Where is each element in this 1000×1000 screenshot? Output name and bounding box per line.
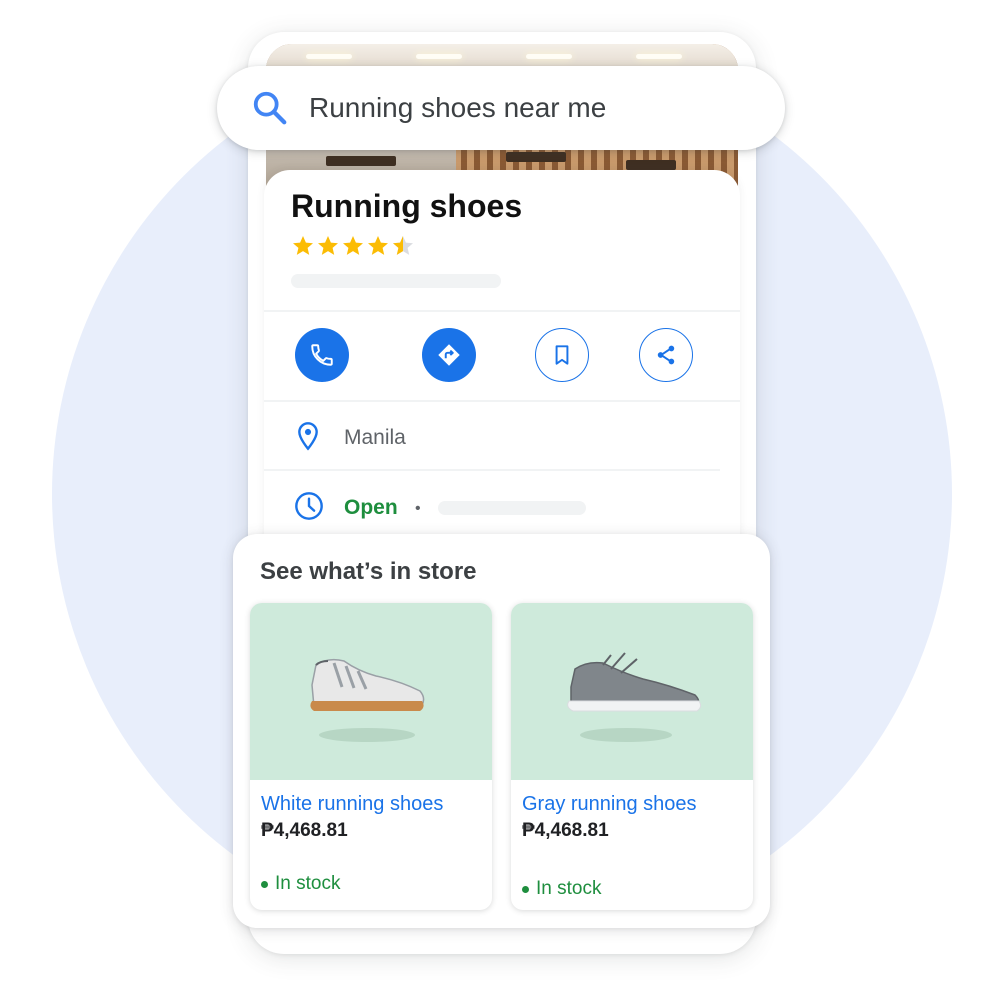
half-star-icon — [393, 236, 413, 255]
divider — [264, 469, 720, 471]
directions-button[interactable] — [422, 328, 476, 382]
product-name[interactable]: White running shoes — [261, 793, 443, 816]
stock-label: In stock — [275, 873, 341, 894]
product-card-white[interactable]: White running shoes ₱4,468.81 In stock — [250, 603, 492, 910]
hours-placeholder — [438, 501, 586, 515]
white-shoe-icon — [310, 658, 425, 742]
in-store-panel: See what’s in store White running shoes … — [233, 534, 770, 928]
call-button[interactable] — [295, 328, 349, 382]
stock-dot-icon — [522, 885, 529, 893]
status-separator: • — [415, 500, 421, 517]
bookmark-icon — [555, 345, 569, 365]
product-price: ₱4,468.81 — [522, 820, 609, 841]
share-button[interactable] — [639, 328, 693, 382]
divider — [264, 400, 740, 402]
search-icon — [253, 91, 287, 125]
star-icon — [318, 236, 338, 255]
location-pin-icon — [298, 422, 318, 451]
gray-shoe-icon — [567, 652, 702, 742]
place-card: Running shoes Manila Open • — [264, 170, 740, 570]
product-image — [250, 603, 492, 780]
directions-icon — [438, 344, 460, 366]
star-icon — [293, 236, 313, 255]
open-status: Open — [344, 496, 398, 519]
search-query[interactable]: Running shoes near me — [309, 92, 606, 124]
divider — [264, 310, 740, 312]
product-price: ₱4,468.81 — [261, 820, 348, 841]
stock-status: In stock — [522, 878, 601, 900]
clock-icon — [295, 492, 323, 520]
stock-dot-icon — [261, 880, 268, 888]
panel-title: See what’s in store — [260, 558, 477, 585]
product-image — [511, 603, 753, 780]
location-text: Manila — [344, 426, 406, 449]
phone-icon — [311, 344, 333, 366]
product-name[interactable]: Gray running shoes — [522, 793, 697, 816]
star-rating — [291, 234, 416, 258]
star-icon — [343, 236, 363, 255]
placeholder-line — [291, 274, 501, 288]
save-button[interactable] — [535, 328, 589, 382]
share-icon — [657, 345, 675, 365]
place-title: Running shoes — [291, 188, 523, 224]
search-bar[interactable]: Running shoes near me — [217, 66, 785, 150]
product-card-gray[interactable]: Gray running shoes ₱4,468.81 In stock — [511, 603, 753, 910]
stock-status: In stock — [261, 873, 340, 895]
stock-label: In stock — [536, 878, 602, 899]
star-icon — [368, 236, 388, 255]
